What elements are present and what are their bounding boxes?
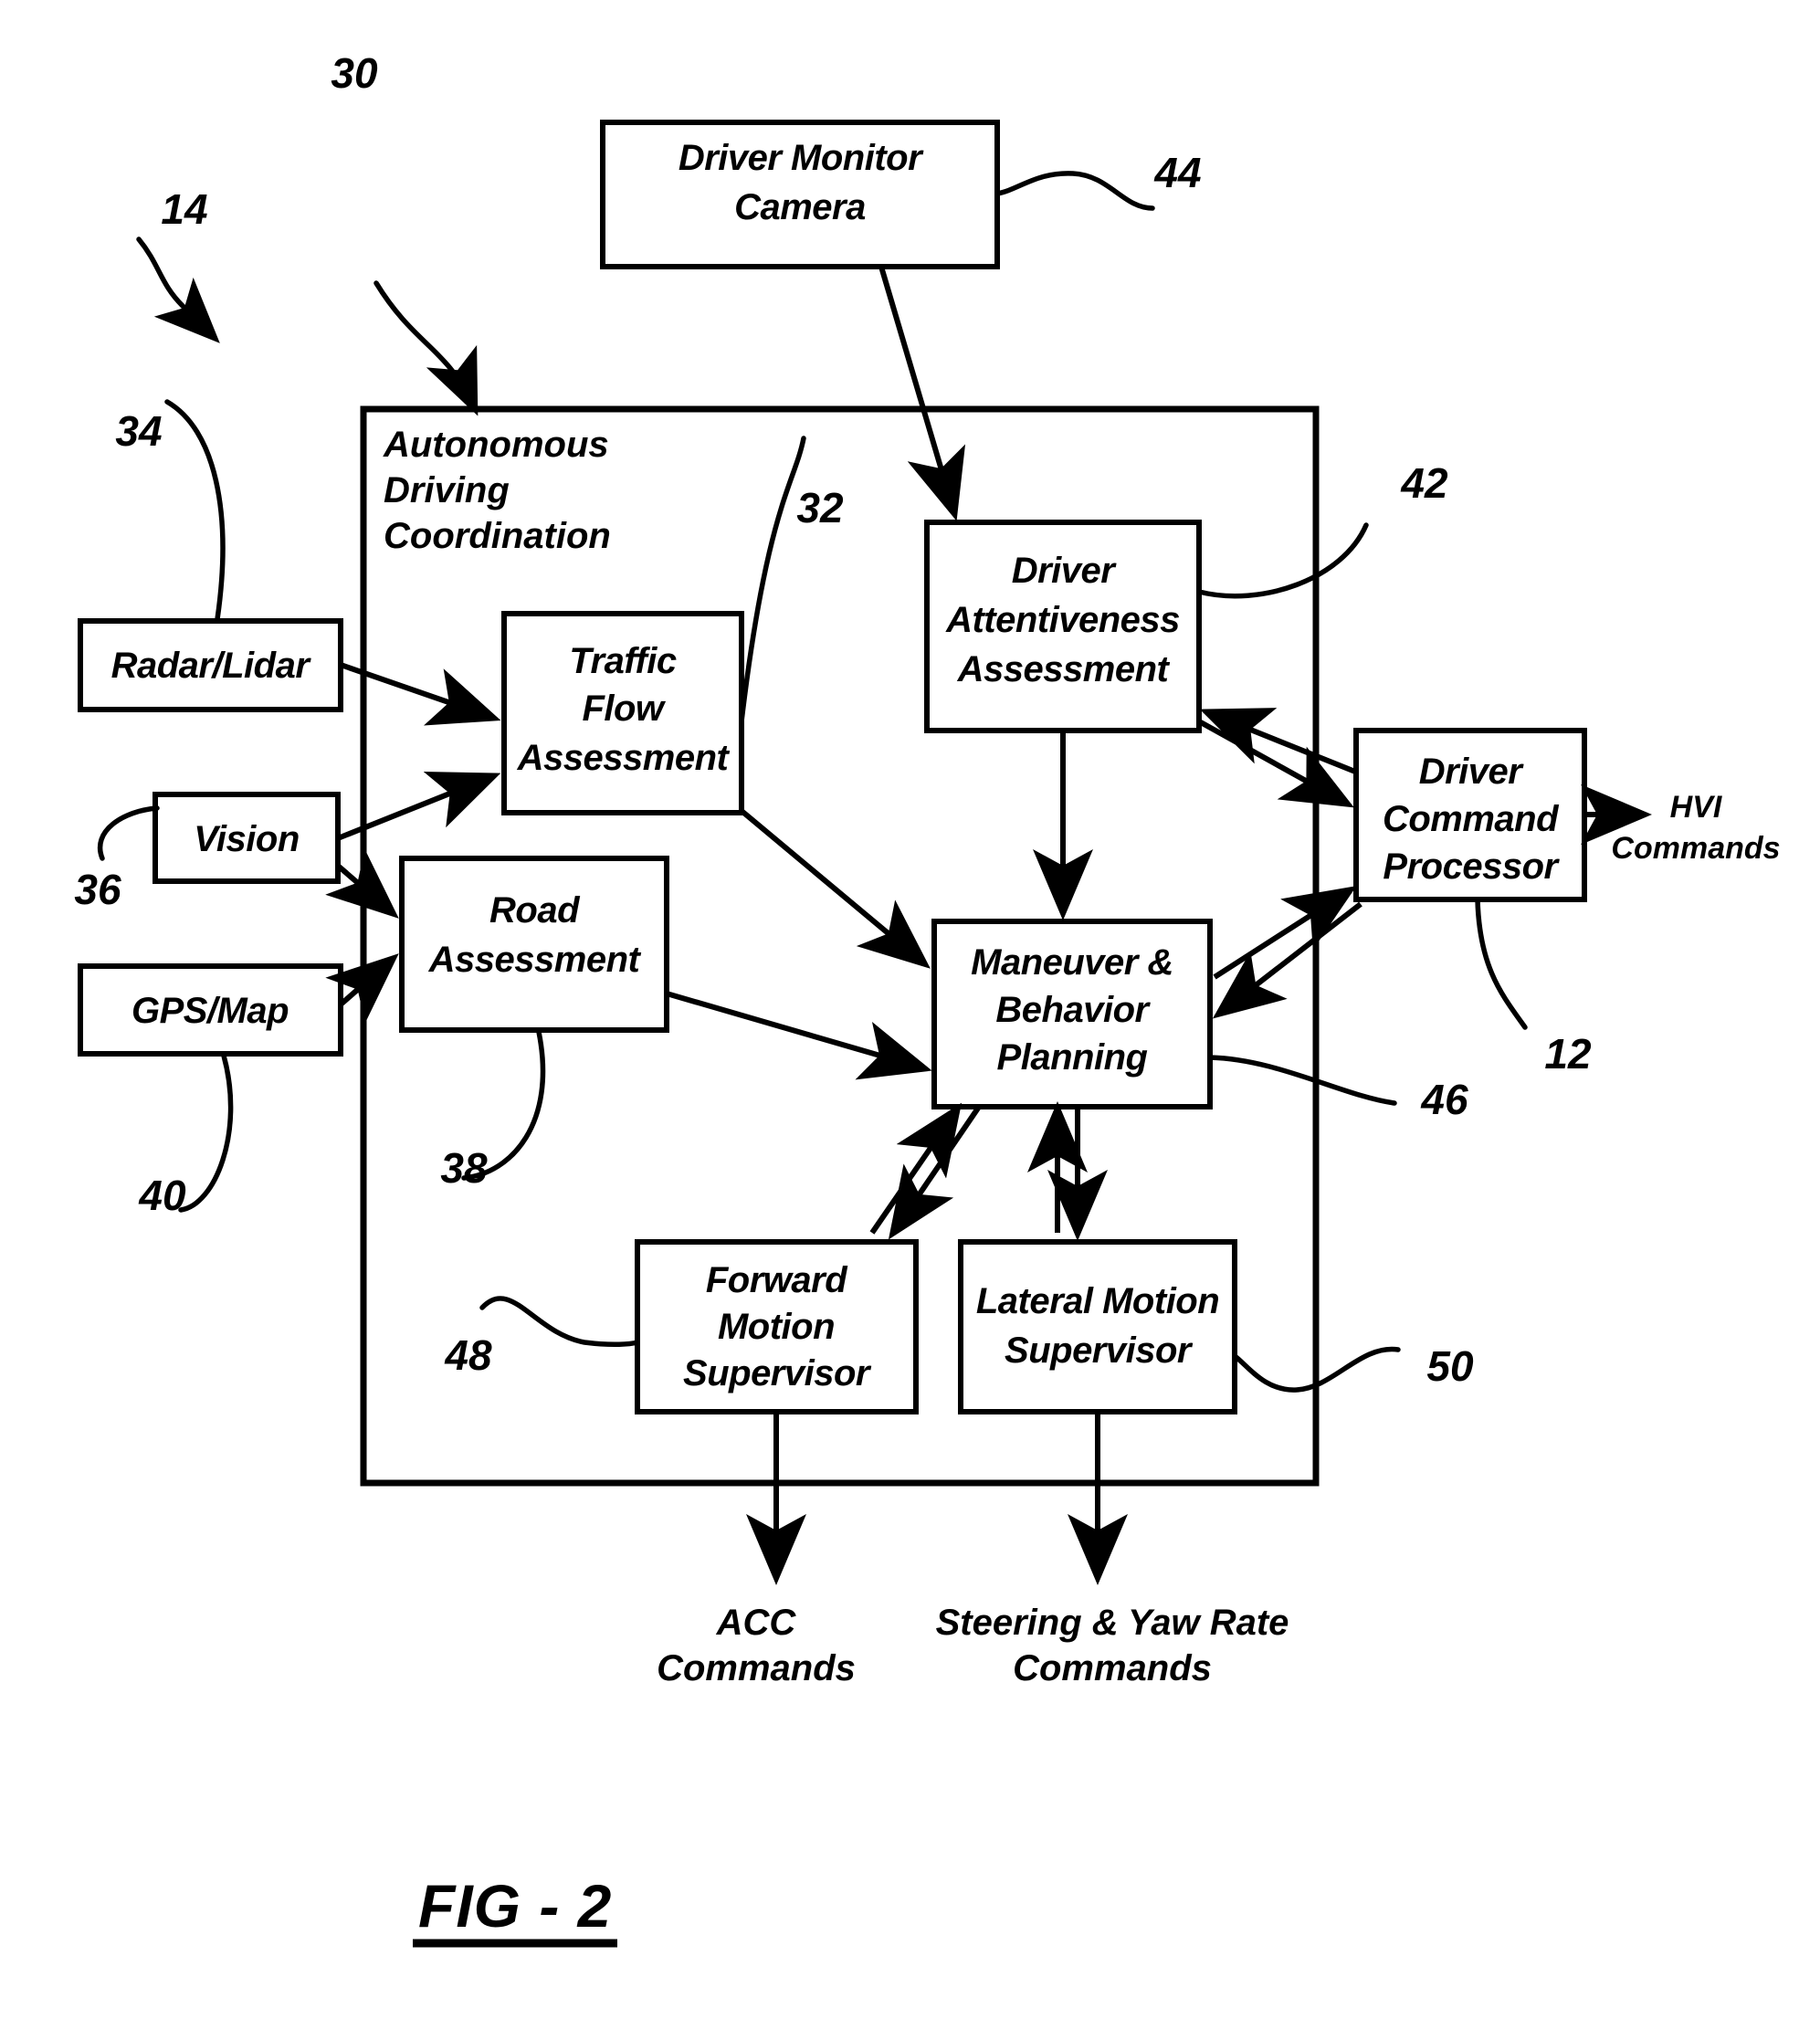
traffic-flow-line2: Flow <box>582 689 666 729</box>
driver-command-processor-line2: Command <box>1383 799 1560 839</box>
forward-motion-line3: Supervisor <box>683 1353 872 1393</box>
leader-46 <box>1207 1055 1397 1106</box>
driver-command-processor-line1: Driver <box>1419 752 1525 792</box>
driver-attentiveness-line3: Assessment <box>957 649 1171 689</box>
leader-40 <box>178 1053 234 1213</box>
steering-commands-line2: Commands <box>1013 1648 1212 1688</box>
leader-12 <box>1475 897 1528 1030</box>
driver-attentiveness-line1: Driver <box>1012 551 1118 591</box>
lateral-motion-line2: Supervisor <box>1005 1330 1194 1371</box>
maneuver-line3: Planning <box>997 1037 1148 1078</box>
ref-num-44: 44 <box>1153 149 1201 196</box>
driver-monitor-camera-line1: Driver Monitor <box>679 138 924 178</box>
hvi-commands-line2: Commands <box>1611 831 1780 866</box>
road-assessment-line1: Road <box>489 890 581 931</box>
maneuver-line1: Maneuver & <box>971 942 1173 983</box>
ref-num-38: 38 <box>440 1144 488 1192</box>
ref-num-48: 48 <box>444 1331 492 1379</box>
leader-14 <box>136 237 220 343</box>
radar-lidar-label: Radar/Lidar <box>111 646 312 686</box>
leader-48 <box>479 1296 640 1348</box>
leader-32 <box>739 436 806 724</box>
arrow-forward-motion-to-maneuver <box>869 1102 963 1235</box>
traffic-flow-line1: Traffic <box>569 641 677 681</box>
acc-commands-line2: Commands <box>657 1648 856 1688</box>
arrow-road-assessment-to-maneuver <box>666 991 932 1080</box>
maneuver-line2: Behavior <box>995 990 1151 1030</box>
gps-map-label: GPS/Map <box>132 991 289 1031</box>
container-label-line2: Driving <box>384 470 510 510</box>
vision-label: Vision <box>194 819 300 859</box>
arrow-camera-to-attentiveness <box>878 266 966 521</box>
leader-30 <box>373 280 479 416</box>
arrow-maneuver-to-forward-motion <box>888 1105 982 1240</box>
driver-attentiveness-line2: Attentiveness <box>945 600 1180 640</box>
road-assessment-line2: Assessment <box>428 940 642 980</box>
block-diagram-canvas: Autonomous Driving Coordination Driver M… <box>74 49 1781 1948</box>
ref-num-46: 46 <box>1420 1076 1468 1123</box>
box-lateral-motion-supervisor <box>958 1239 1237 1414</box>
container-label-line1: Autonomous <box>383 425 609 465</box>
arrow-command-processor-to-attentiveness <box>1199 708 1357 774</box>
ref-num-42: 42 <box>1400 459 1448 507</box>
ref-num-30: 30 <box>331 49 378 97</box>
leader-42 <box>1196 522 1369 599</box>
forward-motion-line2: Motion <box>718 1307 835 1347</box>
ref-num-14: 14 <box>161 185 207 233</box>
arrow-traffic-flow-to-maneuver <box>740 808 931 969</box>
ref-num-36: 36 <box>74 866 121 913</box>
leader-44 <box>994 171 1155 211</box>
driver-monitor-camera-line2: Camera <box>734 187 866 227</box>
arrow-attentiveness-to-command-processor <box>1197 719 1354 808</box>
acc-commands-line1: ACC <box>716 1603 797 1643</box>
traffic-flow-line3: Assessment <box>517 738 731 778</box>
container-label-line3: Coordination <box>384 516 611 556</box>
driver-command-processor-line3: Processor <box>1383 847 1560 887</box>
patent-figure: Autonomous Driving Coordination Driver M… <box>0 0 1820 2019</box>
steering-commands-line1: Steering & Yaw Rate <box>936 1603 1289 1643</box>
forward-motion-line1: Forward <box>706 1260 848 1300</box>
leader-36 <box>98 805 160 861</box>
lateral-motion-line1: Lateral Motion <box>976 1281 1219 1321</box>
hvi-commands-line1: HVI <box>1670 790 1723 825</box>
ref-num-34: 34 <box>115 407 162 455</box>
ref-num-50: 50 <box>1426 1342 1474 1390</box>
leader-34 <box>164 399 226 622</box>
ref-num-12: 12 <box>1544 1030 1592 1078</box>
ref-num-40: 40 <box>138 1172 186 1219</box>
ref-num-32: 32 <box>796 484 844 531</box>
figure-caption: FIG - 2 <box>418 1872 612 1940</box>
